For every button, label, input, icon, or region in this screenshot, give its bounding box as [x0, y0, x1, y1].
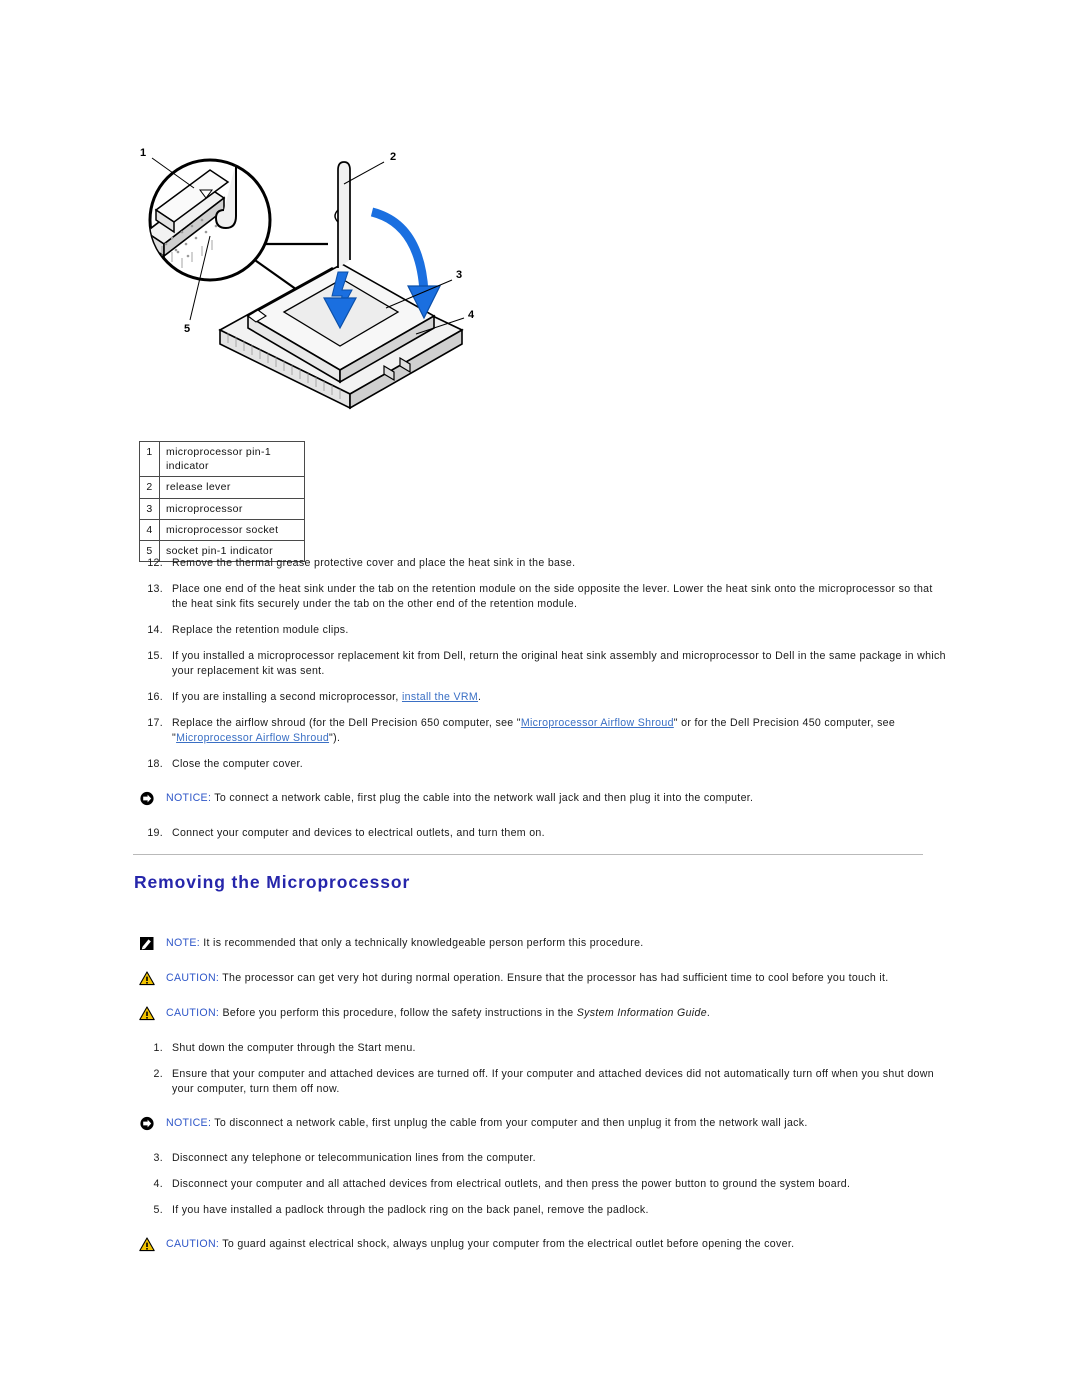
step-text: If you are installing a second microproc…: [172, 690, 949, 705]
figure-legend-table: 1 microprocessor pin-1 indicator 2 relea…: [139, 440, 305, 563]
figure-callout-4: 4: [468, 309, 475, 321]
table-row: 1 microprocessor pin-1 indicator: [139, 440, 305, 478]
document-page: 1 2 3 4 5 1 microprocessor pin-1 indicat…: [0, 0, 1080, 1397]
step-text: Replace the retention module clips.: [172, 624, 349, 637]
caution-text-prefix: Before you perform this procedure, follo…: [222, 1007, 577, 1019]
step-text: Close the computer cover.: [172, 758, 304, 771]
list-item: 15. If you installed a microprocessor re…: [139, 649, 949, 679]
step-text: If you have installed a padlock through …: [172, 1204, 649, 1217]
notice-icon: [139, 791, 155, 806]
legend-number: 3: [139, 497, 160, 520]
caution-icon: [139, 1237, 155, 1252]
removal-procedure-section: NOTE: It is recommended that only a tech…: [139, 917, 954, 1272]
step-number: 1.: [153, 1042, 163, 1054]
step-text: Connect your computer and devices to ele…: [172, 827, 545, 840]
step-number: 15.: [147, 650, 163, 663]
step-text: Ensure that your computer and attached d…: [172, 1068, 934, 1096]
caution-block-electrical-shock: CAUTION: To guard against electrical sho…: [139, 1237, 954, 1253]
step-text: Place one end of the heat sink under the…: [172, 583, 933, 611]
legend-number: 4: [139, 518, 160, 541]
airflow-shroud-650-link[interactable]: Microprocessor Airflow Shroud: [521, 717, 674, 729]
caution-icon: [139, 971, 155, 986]
notice-label: NOTICE:: [166, 1117, 212, 1130]
list-item: 5. If you have installed a padlock throu…: [139, 1203, 954, 1218]
table-row: 2 release lever: [139, 476, 305, 499]
figure-callout-3: 3: [456, 269, 462, 281]
step-text-part1: Replace the airflow shroud (for the Dell…: [172, 717, 521, 730]
list-item: 13. Place one end of the heat sink under…: [139, 582, 949, 612]
step-text: If you installed a microprocessor replac…: [172, 650, 946, 678]
caution-text: The processor can get very hot during no…: [222, 972, 889, 984]
step-number: 12.: [147, 557, 163, 569]
figure-callout-2: 2: [390, 151, 396, 163]
caution-text-suffix: .: [706, 1007, 711, 1019]
table-row: 3 microprocessor: [139, 497, 305, 520]
guide-title: System Information Guide: [576, 1007, 707, 1019]
airflow-shroud-450-link[interactable]: Microprocessor Airflow Shroud: [176, 732, 329, 744]
step-text-prefix: If you are installing a second microproc…: [172, 691, 402, 704]
step-number: 16.: [147, 691, 163, 704]
notice-text: To disconnect a network cable, first unp…: [214, 1117, 808, 1130]
notice-block-disconnect-cable: NOTICE: To disconnect a network cable, f…: [139, 1116, 954, 1132]
list-item: 2. Ensure that your computer and attache…: [139, 1067, 954, 1097]
list-item: 16. If you are installing a second micro…: [139, 690, 949, 705]
caution-icon: [139, 1006, 155, 1021]
legend-number: 1: [139, 440, 160, 478]
note-block: NOTE: It is recommended that only a tech…: [139, 936, 954, 952]
list-item: 4. Disconnect your computer and all atta…: [139, 1177, 954, 1192]
step-number: 18.: [147, 758, 163, 771]
step-number: 13.: [147, 583, 163, 596]
section-divider: [133, 854, 923, 855]
legend-label: release lever: [159, 476, 305, 499]
note-label: NOTE:: [166, 937, 200, 949]
step-text: Disconnect your computer and all attache…: [172, 1178, 851, 1191]
caution-block-hot-processor: CAUTION: The processor can get very hot …: [139, 971, 954, 987]
step-number: 19.: [147, 827, 163, 840]
notice-block-connect-cable: NOTICE: To connect a network cable, firs…: [139, 791, 949, 807]
step-number: 14.: [147, 624, 163, 637]
caution-label: CAUTION:: [166, 972, 220, 984]
step-text: Shut down the computer through the Start…: [172, 1042, 416, 1054]
notice-text: To connect a network cable, first plug t…: [214, 792, 754, 805]
figure-callout-5: 5: [184, 323, 190, 335]
step-text: Disconnect any telephone or telecommunic…: [172, 1152, 536, 1165]
legend-label: microprocessor socket: [159, 518, 305, 541]
list-item: 17. Replace the airflow shroud (for the …: [139, 716, 949, 746]
step-number: 4.: [153, 1178, 163, 1191]
step-text: Replace the airflow shroud (for the Dell…: [172, 716, 949, 746]
notice-label: NOTICE:: [166, 792, 212, 805]
note-icon: [139, 936, 155, 951]
caution-text: To guard against electrical shock, alway…: [222, 1238, 795, 1251]
step-number: 3.: [153, 1152, 163, 1165]
caution-label: CAUTION:: [166, 1007, 220, 1019]
step-text-part3: ").: [329, 732, 341, 745]
caution-text: Before you perform this procedure, follo…: [222, 1007, 710, 1019]
step-number: 5.: [153, 1204, 163, 1217]
step-text-suffix: .: [478, 691, 482, 704]
step-number: 17.: [147, 717, 163, 730]
note-text: It is recommended that only a technicall…: [203, 937, 644, 949]
list-item: 18. Close the computer cover.: [139, 757, 949, 772]
microprocessor-installation-diagram: 1 2 3 4 5: [132, 140, 532, 420]
figure-callout-1: 1: [140, 147, 146, 159]
install-procedure-steps: 12. Remove the thermal grease protective…: [139, 556, 949, 852]
step-number: 2.: [153, 1068, 163, 1081]
step-text: Remove the thermal grease protective cov…: [172, 557, 576, 569]
caution-block-safety-instructions: CAUTION: Before you perform this procedu…: [139, 1006, 954, 1022]
legend-number: 2: [139, 476, 160, 499]
legend-label: microprocessor pin-1 indicator: [159, 440, 305, 478]
notice-icon: [139, 1116, 155, 1131]
table-row: 4 microprocessor socket: [139, 518, 305, 541]
caution-label: CAUTION:: [166, 1238, 220, 1251]
list-item: 1. Shut down the computer through the St…: [139, 1041, 954, 1056]
list-item: 14. Replace the retention module clips.: [139, 623, 949, 638]
list-item: 3. Disconnect any telephone or telecommu…: [139, 1151, 954, 1166]
page-title: Removing the Microprocessor: [134, 872, 411, 892]
install-vrm-link[interactable]: install the VRM: [402, 691, 478, 703]
legend-label: microprocessor: [159, 497, 305, 520]
list-item: 19. Connect your computer and devices to…: [139, 826, 949, 841]
list-item: 12. Remove the thermal grease protective…: [139, 556, 949, 571]
